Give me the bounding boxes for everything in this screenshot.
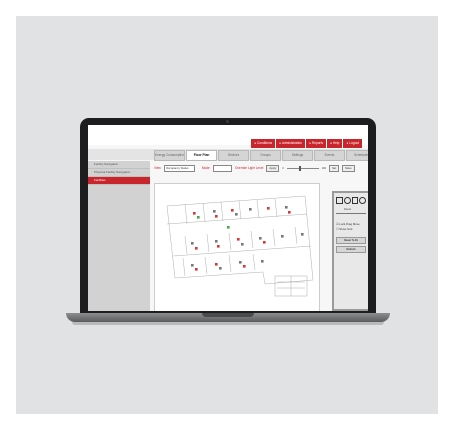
tab-settings[interactable]: Settings: [282, 150, 313, 161]
tab-schedules[interactable]: Schedules: [346, 150, 368, 161]
menu-item-reports[interactable]: ●Reports: [306, 139, 327, 148]
device-marker[interactable]: [219, 267, 222, 270]
laptop-foot: [72, 322, 384, 325]
floor-plan-drawing: [166, 195, 314, 297]
tab-floor-plan[interactable]: Floor Plan: [186, 150, 217, 161]
device-marker[interactable]: [249, 208, 252, 211]
floorplan-toolbar: View Occupancy Status Mode Override Ligh…: [154, 163, 368, 173]
top-bar: ●Conditions ●Administration ●Reports ●Help ●…: [88, 125, 368, 148]
device-marker[interactable]: [197, 216, 200, 219]
device-marker[interactable]: [281, 235, 284, 238]
device-marker[interactable]: [239, 261, 242, 264]
menu-item-label: Conditions: [257, 141, 273, 145]
menu-item-label: Help: [332, 141, 340, 145]
show-grid-label: Show Grid: [339, 227, 353, 231]
save-button[interactable]: Save: [342, 164, 355, 172]
laptop-lid: ●Conditions ●Administration ●Reports ●Help ●…: [80, 118, 376, 314]
sidebar: Facility Navigation Physical Facility Nav…: [88, 161, 150, 311]
device-marker[interactable]: [195, 247, 198, 250]
device-marker[interactable]: [191, 242, 194, 245]
gear-icon: ●: [279, 141, 281, 145]
lock-drag-move-checkbox[interactable]: ☑ Lock Drag Move: [336, 222, 366, 226]
light-level-slider[interactable]: [286, 165, 319, 171]
view-select[interactable]: Occupancy Status: [163, 164, 195, 172]
polygon-tool-icon[interactable]: [351, 197, 359, 204]
device-marker[interactable]: [241, 243, 244, 246]
refresh-button[interactable]: Refresh: [336, 246, 366, 253]
device-marker[interactable]: [263, 241, 266, 244]
tabs: Energy Consumption Floor Plan Devices Group…: [154, 150, 368, 161]
floor-plan-canvas[interactable]: [154, 183, 320, 311]
device-marker[interactable]: [285, 206, 288, 209]
tab-energy-consumption[interactable]: Energy Consumption: [154, 150, 185, 161]
logout-icon: ●: [346, 141, 349, 145]
camera: [226, 120, 229, 123]
light-level-label: Override Light Level: [234, 166, 264, 170]
device-marker[interactable]: [213, 210, 216, 213]
device-marker[interactable]: [288, 211, 291, 214]
tools-panel-body: Zoom ☑ Lock Drag Move ☐ Show Grid Reset …: [334, 193, 368, 309]
lock-drag-move-label: Lock Drag Move: [339, 222, 360, 226]
show-grid-checkbox[interactable]: ☐ Show Grid: [336, 227, 366, 231]
device-marker[interactable]: [235, 213, 238, 216]
device-marker[interactable]: [215, 263, 218, 266]
tab-groups[interactable]: Groups: [250, 150, 281, 161]
tab-events[interactable]: Events: [314, 150, 345, 161]
device-marker[interactable]: [301, 233, 304, 236]
set-button[interactable]: Set: [328, 164, 340, 172]
menu-item-label: Reports: [311, 141, 324, 145]
device-marker[interactable]: [195, 268, 198, 271]
view-label: View: [154, 166, 161, 170]
device-marker[interactable]: [231, 209, 234, 212]
device-marker[interactable]: [261, 260, 264, 263]
square-tool-icon[interactable]: [336, 197, 343, 204]
mode-label: Mode: [201, 166, 210, 170]
device-marker[interactable]: [227, 226, 230, 229]
sidebar-item-facility-navigation[interactable]: Facility Navigation: [88, 161, 150, 169]
device-marker[interactable]: [193, 212, 196, 215]
shape-tools: [336, 197, 366, 204]
help-icon: ●: [330, 141, 332, 145]
zoom-label: Zoom: [344, 207, 352, 211]
device-marker[interactable]: [215, 215, 218, 218]
slider-max: 100: [321, 166, 326, 170]
laptop-base: [66, 313, 390, 322]
menu-item-logout[interactable]: ●Logout: [343, 139, 362, 148]
report-icon: ●: [309, 141, 311, 145]
mode-select[interactable]: [212, 164, 232, 172]
main-menu: ●Conditions ●Administration ●Reports ●Help ●…: [251, 139, 362, 148]
lock-icon: ●: [254, 141, 256, 145]
reset-to-fit-button[interactable]: Reset To Fit: [336, 237, 366, 244]
menu-item-help[interactable]: ●Help: [327, 139, 343, 148]
device-marker[interactable]: [267, 207, 270, 210]
slider-knob[interactable]: [298, 165, 301, 171]
ellipse-tool-icon[interactable]: [359, 197, 366, 204]
device-marker[interactable]: [215, 240, 218, 243]
device-markers: [191, 206, 304, 271]
sidebar-item-physical-facility-navigation[interactable]: Physical Facility Navigation: [88, 169, 150, 177]
slider-min: 0: [282, 166, 284, 170]
device-marker[interactable]: [243, 265, 246, 268]
menu-item-label: Administration: [281, 141, 303, 145]
laptop-screen: ●Conditions ●Administration ●Reports ●Help ●…: [88, 125, 368, 311]
tab-devices[interactable]: Devices: [218, 150, 249, 161]
menu-item-conditions[interactable]: ●Conditions: [251, 139, 276, 148]
menu-item-administration[interactable]: ●Administration: [276, 139, 306, 148]
apply-button[interactable]: Apply: [266, 164, 280, 172]
menu-item-label: Logout: [349, 141, 359, 145]
laptop-notch: [202, 313, 254, 317]
zoom-slider[interactable]: [336, 213, 366, 214]
sidebar-item-facilities[interactable]: Facilities: [88, 177, 150, 185]
device-marker[interactable]: [217, 245, 220, 248]
device-marker[interactable]: [259, 237, 262, 240]
device-marker[interactable]: [191, 264, 194, 267]
floor-plan-tools-panel: Zoom ☑ Lock Drag Move ☐ Show Grid Reset …: [332, 191, 368, 311]
device-marker[interactable]: [237, 238, 240, 241]
circle-tool-icon[interactable]: [343, 197, 351, 204]
